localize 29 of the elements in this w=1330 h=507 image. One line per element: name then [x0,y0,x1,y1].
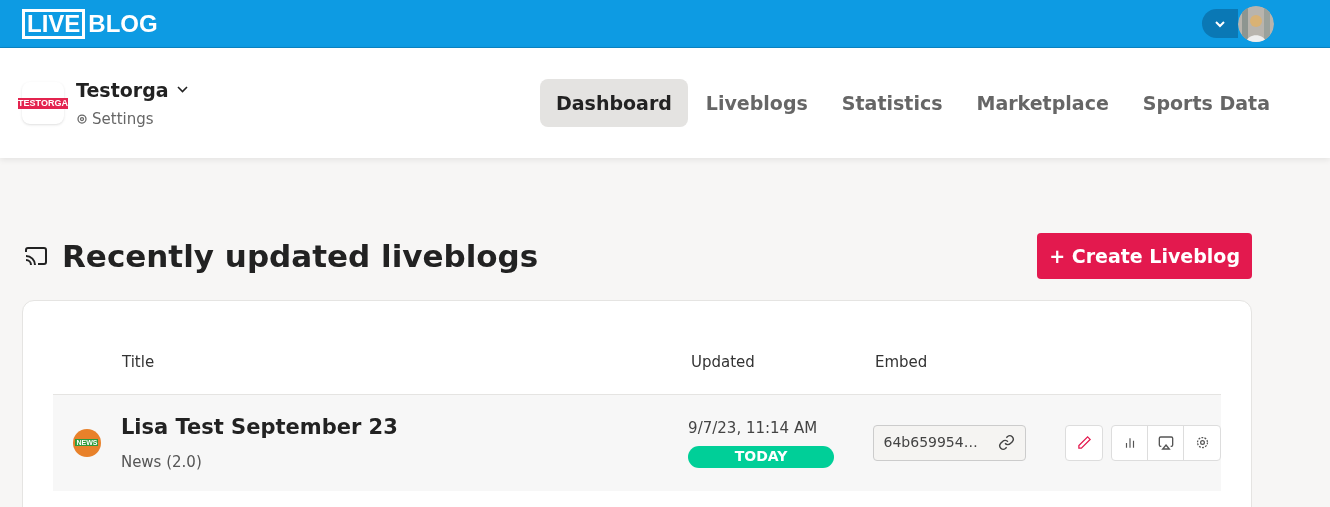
nav-tab[interactable]: Liveblogs [689,78,824,128]
nav-tab[interactable]: Dashboard [540,78,688,128]
today-badge: TODAY [688,445,835,468]
liveblog-logo[interactable]: LIVE BLOG [22,8,158,39]
avatar[interactable] [1238,5,1274,42]
liveblog-title[interactable]: Lisa Test September 23 [120,411,689,443]
edit-button[interactable] [1065,424,1103,461]
nav-tab[interactable]: Marketplace [960,78,1125,128]
screen-icon [1157,434,1174,451]
chevron-down-icon [1214,19,1226,28]
create-liveblog-button[interactable]: + Create Liveblog [1037,233,1252,280]
column-header: Updated [691,351,756,373]
column-header: Title [122,351,156,373]
nav-tab[interactable]: Sports Data [1126,78,1286,128]
section-title: Recently updated liveblogs [62,237,539,276]
nav-tab[interactable]: Statistics [825,78,959,128]
link-icon[interactable] [998,434,1016,451]
chevron-down-icon [176,86,188,94]
settings-link[interactable]: Settings [76,108,188,131]
column-header: Embed [875,351,928,373]
gear-icon [1194,435,1210,450]
embed-id: 64b659954… [883,433,978,452]
liveblog-type: News (2.0) [120,452,203,473]
organization-dropdown[interactable]: Testorga [76,75,188,104]
account-dropdown-button[interactable] [1202,9,1238,38]
updated-date: 9/7/23, 11:14 AM [688,418,819,440]
pencil-icon [1076,435,1092,450]
embed-field[interactable]: 64b659954… [872,424,1027,461]
gear-icon [76,113,88,126]
